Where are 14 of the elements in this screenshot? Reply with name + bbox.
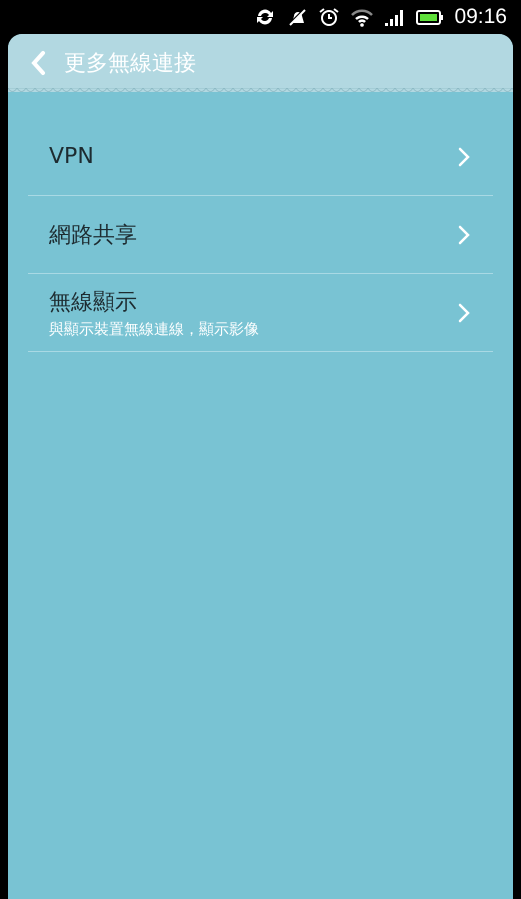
chevron-right-icon (457, 302, 471, 324)
item-title: 無線顯示 (49, 288, 138, 316)
alarm-clock-icon (318, 6, 340, 28)
item-title: 網路共享 (49, 222, 137, 250)
chevron-right-icon (457, 224, 471, 246)
page-title: 更多無線連接 (64, 50, 196, 78)
chevron-right-icon (457, 146, 471, 168)
item-title: VPN (49, 144, 94, 169)
muted-bell-icon (286, 6, 308, 28)
settings-item[interactable]: 無線顯示 與顯示裝置無線連線，顯示影像 (28, 274, 493, 352)
item-subtitle: 與顯示裝置無線連線，顯示影像 (49, 320, 259, 338)
settings-item[interactable]: 網路共享 (28, 196, 493, 274)
settings-item[interactable]: VPN (28, 118, 493, 196)
status-time: 09:16 (454, 5, 507, 29)
